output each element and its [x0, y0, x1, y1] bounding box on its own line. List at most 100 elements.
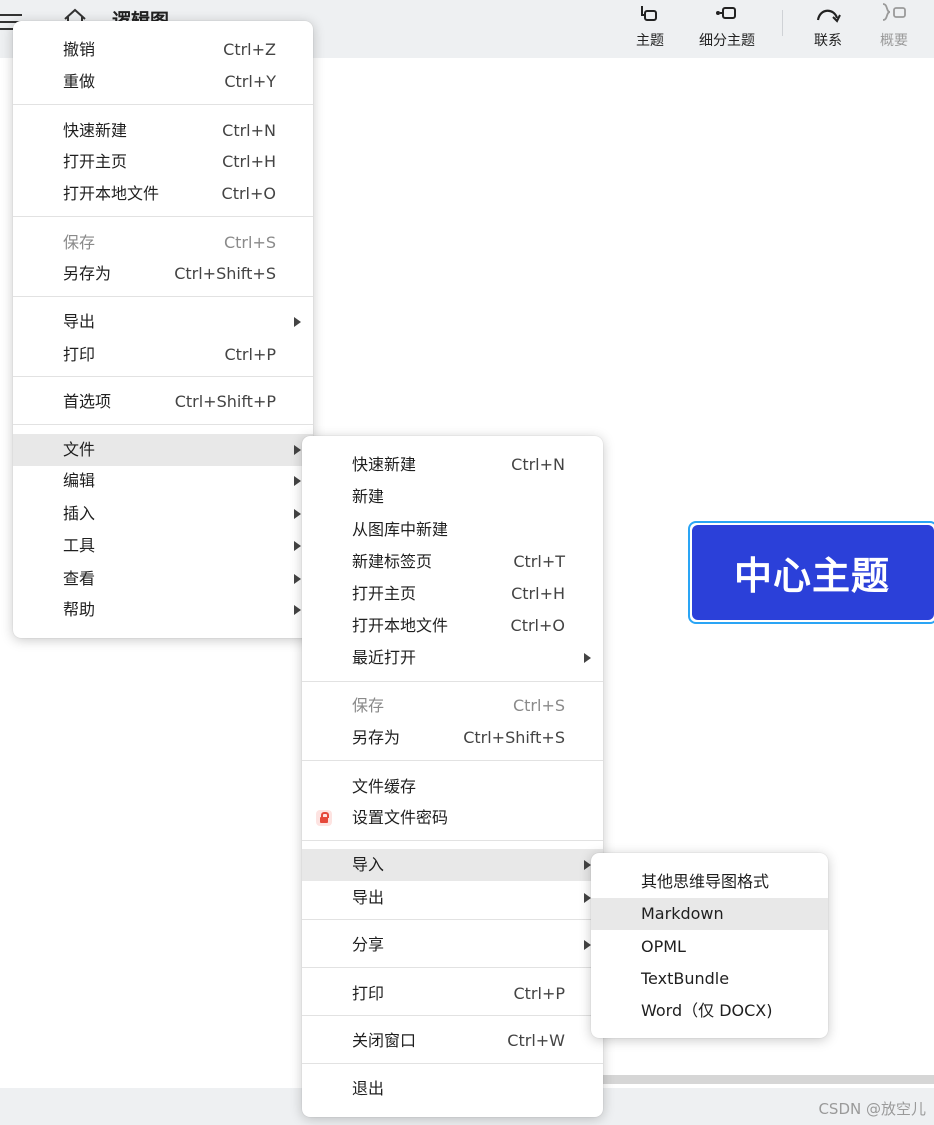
menu-item-label: 帮助 [63, 600, 96, 619]
menu-item-export[interactable]: 导出 [13, 306, 313, 338]
submenu-arrow-icon [294, 509, 301, 519]
menu-divider [302, 919, 603, 920]
subtopic-button[interactable]: 细分主题 [693, 0, 761, 58]
menu-item-close-window[interactable]: 关闭窗口 Ctrl+W [302, 1025, 603, 1057]
file-submenu: 快速新建 Ctrl+N 新建 从图库中新建 新建标签页 Ctrl+T 打开主页 … [302, 436, 603, 1117]
menu-item-import-opml[interactable]: OPML [591, 931, 828, 963]
menu-item-label: 另存为 [63, 264, 112, 283]
menu-item-print[interactable]: 打印 Ctrl+P [302, 978, 603, 1010]
menu-item-import-other-mindmap[interactable]: 其他思维导图格式 [591, 866, 828, 898]
menu-divider [302, 681, 603, 682]
menu-item-shortcut: Ctrl+P [224, 345, 276, 364]
menu-item-shortcut: Ctrl+O [510, 616, 565, 635]
topic-icon [641, 6, 657, 21]
menu-item-open-local-file[interactable]: 打开本地文件 Ctrl+O [302, 610, 603, 642]
menu-item-preferences[interactable]: 首选项 Ctrl+Shift+P [13, 386, 313, 418]
menu-item-label: 分享 [352, 935, 385, 954]
menu-item-label: 另存为 [352, 728, 401, 747]
menu-item-label: 最近打开 [352, 648, 417, 667]
menu-item-label: OPML [641, 937, 686, 956]
menu-item-export[interactable]: 导出 [302, 882, 603, 914]
menu-divider [13, 104, 313, 105]
menu-item-label: 导出 [352, 888, 385, 907]
menu-item-label: 退出 [352, 1079, 385, 1098]
menu-item-help[interactable]: 帮助 [13, 594, 313, 626]
menu-divider [13, 296, 313, 297]
menu-item-import[interactable]: 导入 [302, 849, 603, 881]
import-submenu: 其他思维导图格式 Markdown OPML TextBundle Word（仅… [591, 853, 828, 1038]
menu-item-shortcut: Ctrl+Z [223, 40, 276, 59]
menu-item-label: 重做 [63, 72, 96, 91]
menu-item-shortcut: Ctrl+N [222, 121, 276, 140]
document-title[interactable]: 逻辑图 [112, 6, 169, 22]
relationship-button[interactable]: 联系 [808, 0, 848, 58]
menu-item-label: Word（仅 DOCX) [641, 1001, 773, 1020]
menu-item-save-as[interactable]: 另存为 Ctrl+Shift+S [13, 258, 313, 290]
center-topic-node[interactable]: 中心主题 [688, 521, 934, 624]
menu-item-new-tab[interactable]: 新建标签页 Ctrl+T [302, 546, 603, 578]
menu-item-shortcut: Ctrl+H [511, 584, 565, 603]
submenu-arrow-icon [294, 476, 301, 486]
menu-item-edit[interactable]: 编辑 [13, 465, 313, 497]
menu-item-label: 插入 [63, 504, 96, 523]
menu-item-recent[interactable]: 最近打开 [302, 642, 603, 674]
menu-item-label: 保存 [63, 233, 96, 252]
menu-item-import-word[interactable]: Word（仅 DOCX) [591, 995, 828, 1027]
submenu-arrow-icon [294, 317, 301, 327]
menu-item-new[interactable]: 新建 [302, 481, 603, 513]
menu-item-open-local-file[interactable]: 打开本地文件 Ctrl+O [13, 178, 313, 210]
menu-item-label: 从图库中新建 [352, 520, 449, 539]
submenu-arrow-icon [294, 445, 301, 455]
menu-item-shortcut: Ctrl+Shift+P [174, 392, 276, 411]
submenu-arrow-icon [584, 860, 591, 870]
menu-item-label: 关闭窗口 [352, 1031, 417, 1050]
menu-item-save[interactable]: 保存 Ctrl+S [302, 690, 603, 722]
menu-item-set-password[interactable]: 设置文件密码 [302, 802, 603, 834]
menu-item-print[interactable]: 打印 Ctrl+P [13, 339, 313, 371]
menu-item-share[interactable]: 分享 [302, 929, 603, 961]
submenu-arrow-icon [584, 940, 591, 950]
menu-item-redo[interactable]: 重做 Ctrl+Y [13, 66, 313, 98]
center-topic-text: 中心主题 [692, 525, 934, 620]
menu-item-label: 撤销 [63, 40, 96, 59]
menu-item-new-from-gallery[interactable]: 从图库中新建 [302, 514, 603, 546]
menu-item-quick-new[interactable]: 快速新建 Ctrl+N [302, 449, 603, 481]
horizontal-scrollbar[interactable] [603, 1075, 934, 1084]
menu-item-shortcut: Ctrl+Shift+S [463, 728, 565, 747]
menu-item-quit[interactable]: 退出 [302, 1073, 603, 1105]
menu-item-file-cache[interactable]: 文件缓存 [302, 771, 603, 803]
menu-item-label: 编辑 [63, 471, 96, 490]
menu-divider [13, 216, 313, 217]
menu-item-tools[interactable]: 工具 [13, 530, 313, 562]
menu-item-shortcut: Ctrl+W [507, 1031, 565, 1050]
menu-divider [302, 760, 603, 761]
menu-item-label: 保存 [352, 696, 385, 715]
menu-item-file[interactable]: 文件 [13, 434, 313, 466]
menu-item-label: 打开主页 [352, 584, 417, 603]
menu-item-shortcut: Ctrl+P [513, 984, 565, 1003]
toolbar-divider [782, 10, 783, 36]
menu-item-insert[interactable]: 插入 [13, 498, 313, 530]
menu-item-import-markdown[interactable]: Markdown [591, 898, 828, 930]
menu-item-label: 新建 [352, 487, 385, 506]
submenu-arrow-icon [584, 653, 591, 663]
subtopic-icon [716, 7, 736, 19]
summary-label: 概要 [880, 33, 908, 49]
menu-item-save-as[interactable]: 另存为 Ctrl+Shift+S [302, 722, 603, 754]
submenu-arrow-icon [584, 893, 591, 903]
subtopic-label: 细分主题 [699, 33, 755, 49]
menu-item-import-textbundle[interactable]: TextBundle [591, 963, 828, 995]
menu-item-label: 打开本地文件 [63, 184, 160, 203]
menu-item-label: 导入 [352, 855, 385, 874]
menu-item-view[interactable]: 查看 [13, 563, 313, 595]
menu-divider [302, 967, 603, 968]
menu-item-open-home[interactable]: 打开主页 Ctrl+H [302, 578, 603, 610]
menu-item-open-home[interactable]: 打开主页 Ctrl+H [13, 146, 313, 178]
menu-item-save[interactable]: 保存 Ctrl+S [13, 227, 313, 259]
menu-item-quick-new[interactable]: 快速新建 Ctrl+N [13, 115, 313, 147]
menu-item-undo[interactable]: 撤销 Ctrl+Z [13, 34, 313, 66]
menu-item-label: 打开主页 [63, 152, 128, 171]
summary-button[interactable]: 概要 [874, 0, 914, 58]
menu-divider [302, 840, 603, 841]
topic-button[interactable]: 主题 [630, 0, 670, 58]
